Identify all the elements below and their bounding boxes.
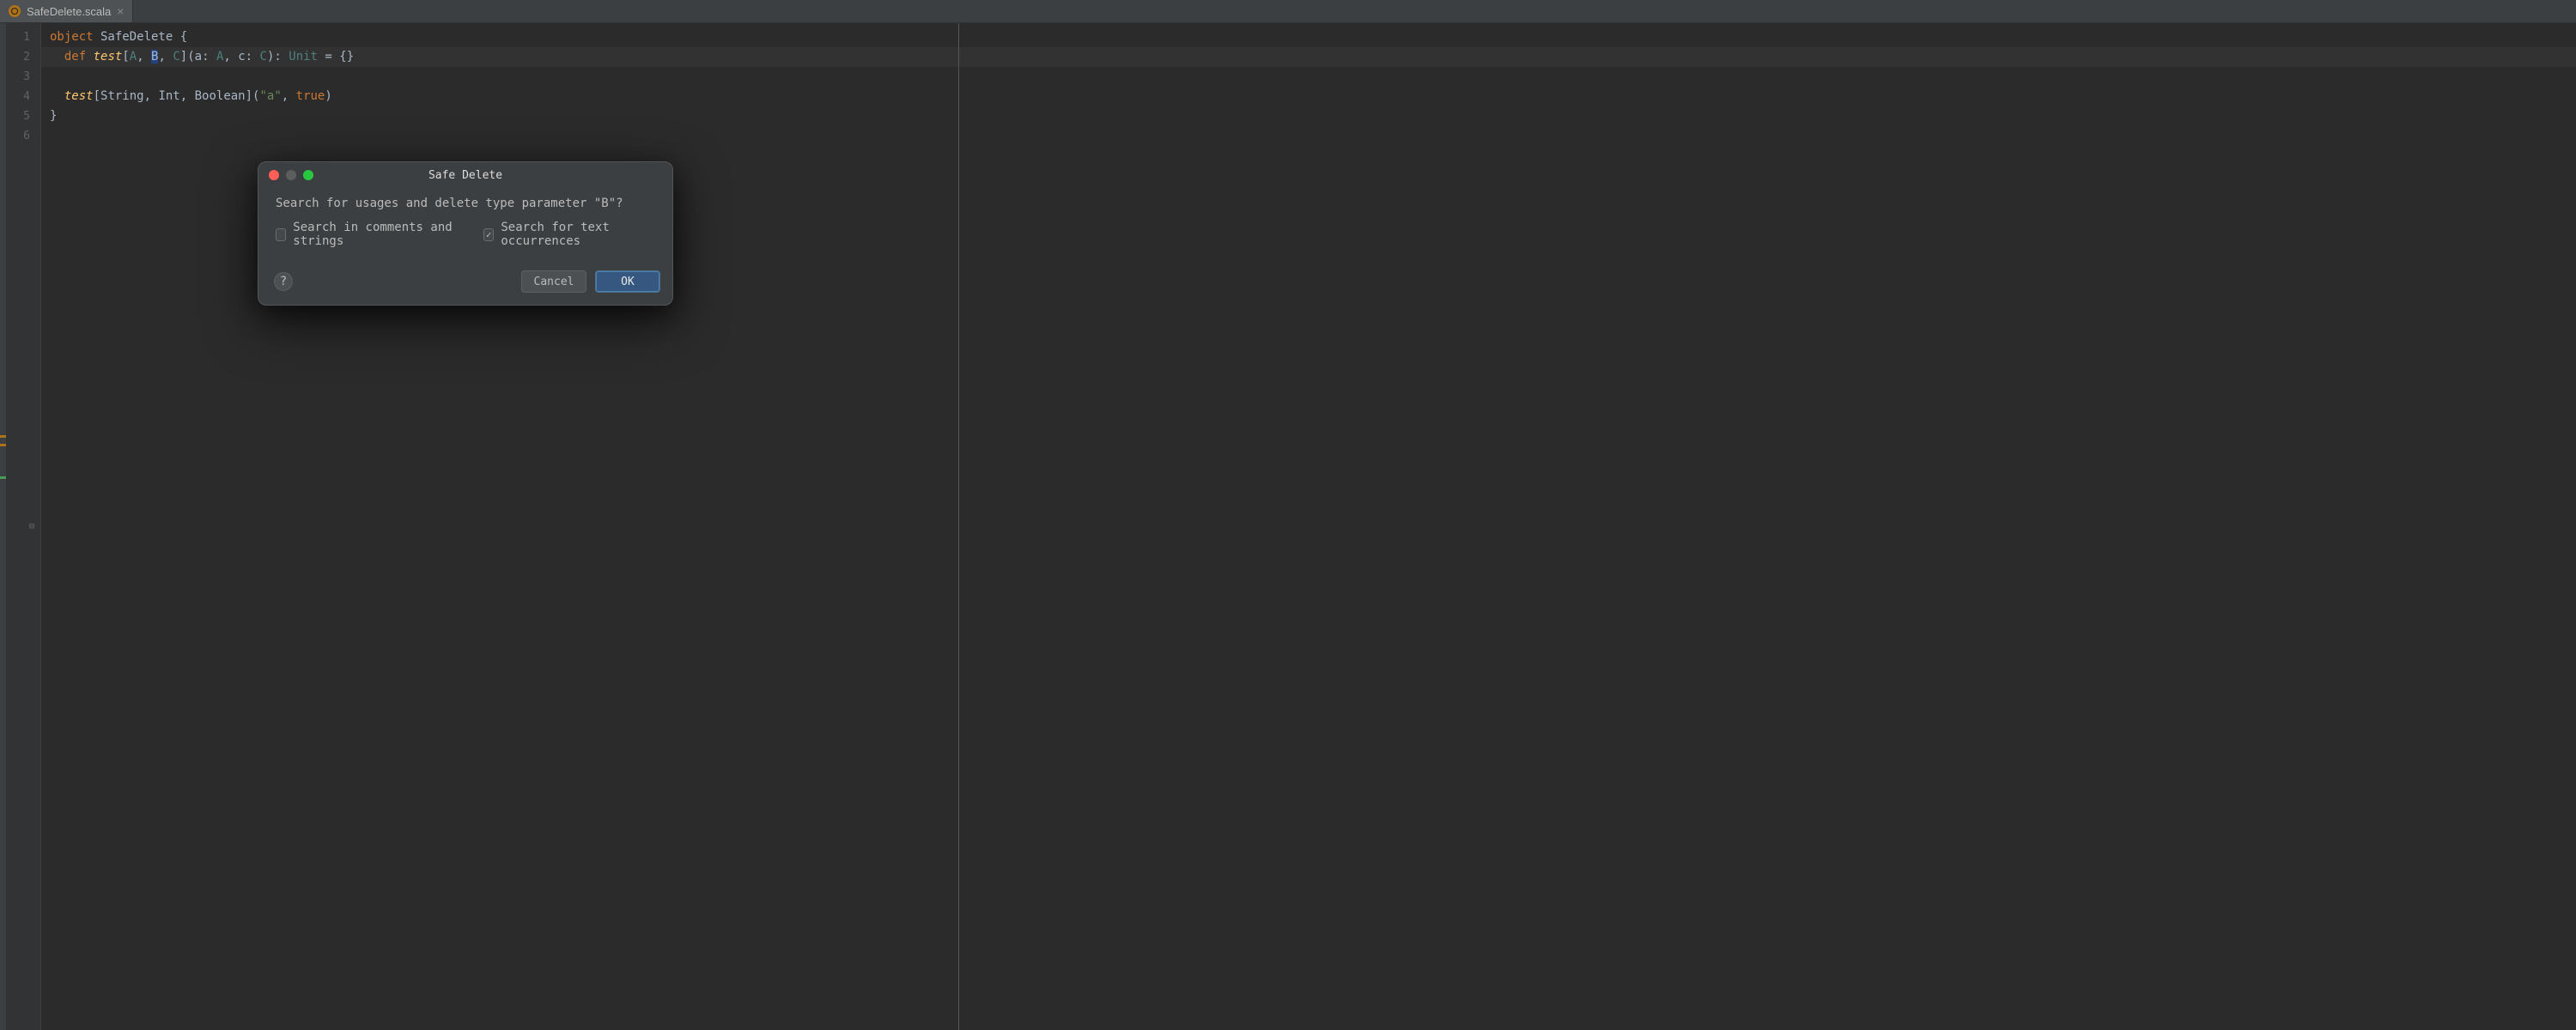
punct: , [137, 50, 151, 64]
type-arg: Boolean [195, 89, 246, 103]
type-param: A [130, 50, 137, 64]
punct: , [158, 50, 173, 64]
search-comments-checkbox[interactable]: Search in comments and strings [276, 221, 465, 248]
code-line: ⊟} [41, 106, 2576, 126]
type-param: C [173, 50, 179, 64]
line-number: 2 [7, 47, 40, 67]
code-text: , c: [223, 50, 259, 64]
code-line: test[String, Int, Boolean]("a", true) [41, 87, 2576, 106]
checkbox-icon [276, 228, 286, 241]
editor-tab[interactable]: SafeDelete.scala × [0, 0, 133, 22]
line-number: 5 [7, 106, 40, 126]
code-text: = {} [318, 50, 354, 64]
dialog-title: Safe Delete [258, 169, 672, 182]
close-tab-icon[interactable]: × [117, 4, 124, 18]
safe-delete-dialog: Safe Delete Search for usages and delete… [258, 161, 673, 306]
code-line [41, 67, 2576, 87]
bracket: [ [94, 89, 100, 103]
dialog-buttons: Cancel OK [521, 270, 660, 293]
tab-filename: SafeDelete.scala [27, 5, 111, 18]
scala-file-icon [9, 5, 21, 17]
type-ref: C [260, 50, 267, 64]
code-line: def test[A, B, C](a: A, c: C): Unit = {} [41, 47, 2576, 67]
code-line: ⊟object SafeDelete { [41, 27, 2576, 47]
window-controls [269, 170, 313, 180]
punct: , [282, 89, 296, 103]
code-text: ): [267, 50, 289, 64]
punct: , [180, 89, 195, 103]
line-number: 1 [7, 27, 40, 47]
keyword: object [50, 30, 94, 44]
dialog-titlebar[interactable]: Safe Delete [258, 162, 672, 188]
indent [50, 89, 64, 103]
checkbox-label: Search for text occurrences [501, 221, 655, 248]
window-minimize-icon [286, 170, 296, 180]
gutter-marker [0, 435, 6, 438]
editor-split-divider[interactable] [958, 23, 959, 1030]
line-number: 6 [7, 126, 40, 146]
boolean-literal: true [296, 89, 325, 103]
line-number: 4 [7, 87, 40, 106]
dialog-footer: ? Cancel OK [258, 265, 672, 305]
fold-toggle-icon[interactable]: ⊟ [29, 523, 38, 531]
checkbox-checked-icon [483, 228, 494, 241]
code-text: } [50, 109, 57, 123]
help-button[interactable]: ? [274, 272, 293, 291]
function-name: test [86, 50, 122, 64]
editor-area: 1 2 3 4 5 6 ⊟object SafeDelete { def tes… [0, 23, 2576, 1030]
cancel-button[interactable]: Cancel [521, 270, 586, 293]
line-number: 3 [7, 67, 40, 87]
search-text-checkbox[interactable]: Search for text occurrences [483, 221, 655, 248]
dialog-options: Search in comments and strings Search fo… [276, 221, 655, 248]
bracket: ]( [246, 89, 260, 103]
editor-tab-bar: SafeDelete.scala × [0, 0, 2576, 23]
type-arg: Int [158, 89, 179, 103]
indent [50, 50, 64, 64]
code-text: SafeDelete { [94, 30, 188, 44]
code-editor[interactable]: ⊟object SafeDelete { def test[A, B, C](a… [41, 23, 2576, 1030]
gutter-marker [0, 444, 6, 446]
function-call: test [64, 89, 94, 103]
bracket: ) [325, 89, 331, 103]
left-gutter-strip [0, 23, 7, 1030]
checkbox-label: Search in comments and strings [293, 221, 465, 248]
window-close-icon[interactable] [269, 170, 279, 180]
dialog-message: Search for usages and delete type parame… [276, 197, 655, 210]
type-arg: String [100, 89, 144, 103]
string-literal: "a" [259, 89, 281, 103]
type-ref: Unit [289, 50, 318, 64]
bracket: [ [122, 50, 129, 64]
keyword: def [64, 50, 86, 64]
gutter-marker [0, 476, 6, 479]
punct: , [144, 89, 159, 103]
dialog-body: Search for usages and delete type parame… [258, 188, 672, 265]
ok-button[interactable]: OK [595, 270, 660, 293]
window-maximize-icon[interactable] [303, 170, 313, 180]
code-text: ](a: [180, 50, 216, 64]
